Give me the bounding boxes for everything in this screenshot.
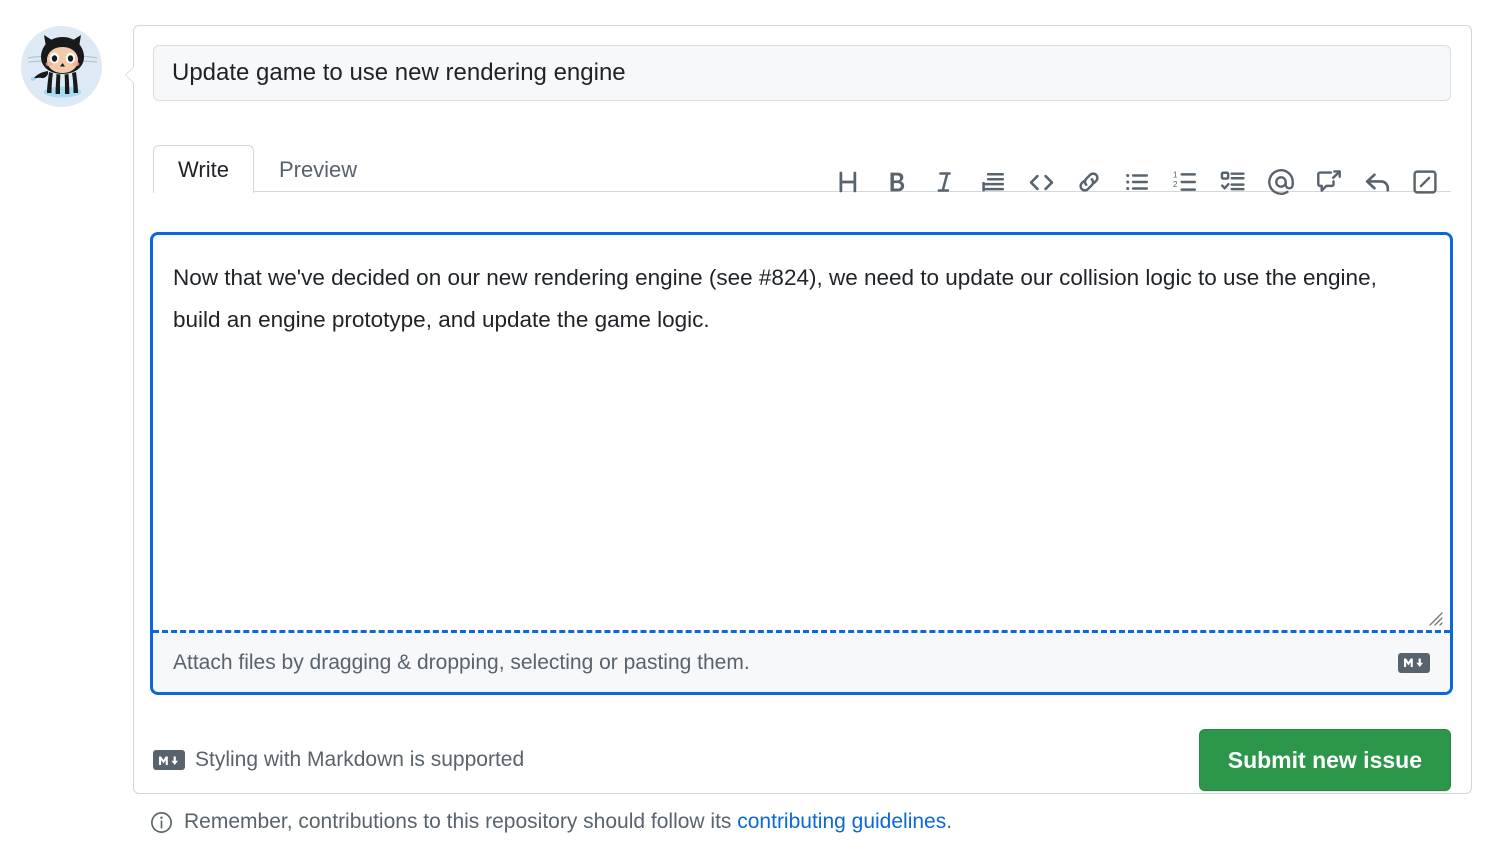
mention-icon[interactable] — [1257, 159, 1305, 205]
heading-icon[interactable] — [825, 159, 873, 205]
code-icon[interactable] — [1017, 159, 1065, 205]
markdown-supported-label: Styling with Markdown is supported — [195, 748, 524, 772]
speech-bubble-arrow — [126, 66, 135, 84]
contributing-note-prefix: Remember, contributions to this reposito… — [184, 810, 737, 833]
issue-body-textarea[interactable] — [153, 235, 1450, 624]
markdown-supported-note[interactable]: Styling with Markdown is supported — [153, 748, 524, 772]
tab-preview-label: Preview — [279, 157, 357, 183]
issue-title-input[interactable] — [153, 45, 1451, 101]
contributing-note-suffix: . — [946, 810, 952, 833]
submit-new-issue-button[interactable]: Submit new issue — [1199, 729, 1451, 791]
unordered-list-icon[interactable] — [1113, 159, 1161, 205]
svg-text:2: 2 — [1173, 180, 1178, 189]
cross-reference-icon[interactable] — [1305, 159, 1353, 205]
tab-preview[interactable]: Preview — [254, 145, 382, 193]
issue-composer-page: Write Preview — [0, 0, 1498, 866]
avatar — [21, 26, 102, 107]
markdown-toolbar: 1 2 — [825, 159, 1449, 205]
attach-files-label: Attach files by dragging & dropping, sel… — [173, 651, 750, 675]
info-icon — [150, 811, 173, 834]
ordered-list-icon[interactable]: 1 2 — [1161, 159, 1209, 205]
contributing-guidelines-link[interactable]: contributing guidelines — [737, 810, 946, 833]
comment-body-field: Attach files by dragging & dropping, sel… — [150, 232, 1453, 695]
task-list-icon[interactable] — [1209, 159, 1257, 205]
contributing-note-text: Remember, contributions to this reposito… — [184, 810, 952, 834]
slash-commands-icon[interactable] — [1401, 159, 1449, 205]
octocat-icon — [22, 27, 102, 107]
contributing-guidelines-note: Remember, contributions to this reposito… — [150, 810, 952, 834]
italic-icon[interactable] — [921, 159, 969, 205]
bold-icon[interactable] — [873, 159, 921, 205]
tab-write[interactable]: Write — [153, 145, 254, 193]
link-icon[interactable] — [1065, 159, 1113, 205]
tab-write-label: Write — [178, 157, 229, 183]
quote-icon[interactable] — [969, 159, 1017, 205]
markdown-icon — [153, 750, 185, 770]
svg-text:1: 1 — [1173, 170, 1178, 179]
attach-files-bar[interactable]: Attach files by dragging & dropping, sel… — [153, 633, 1450, 692]
composer-footer: Styling with Markdown is supported Submi… — [153, 726, 1451, 794]
reply-icon[interactable] — [1353, 159, 1401, 205]
markdown-icon — [1398, 653, 1430, 673]
